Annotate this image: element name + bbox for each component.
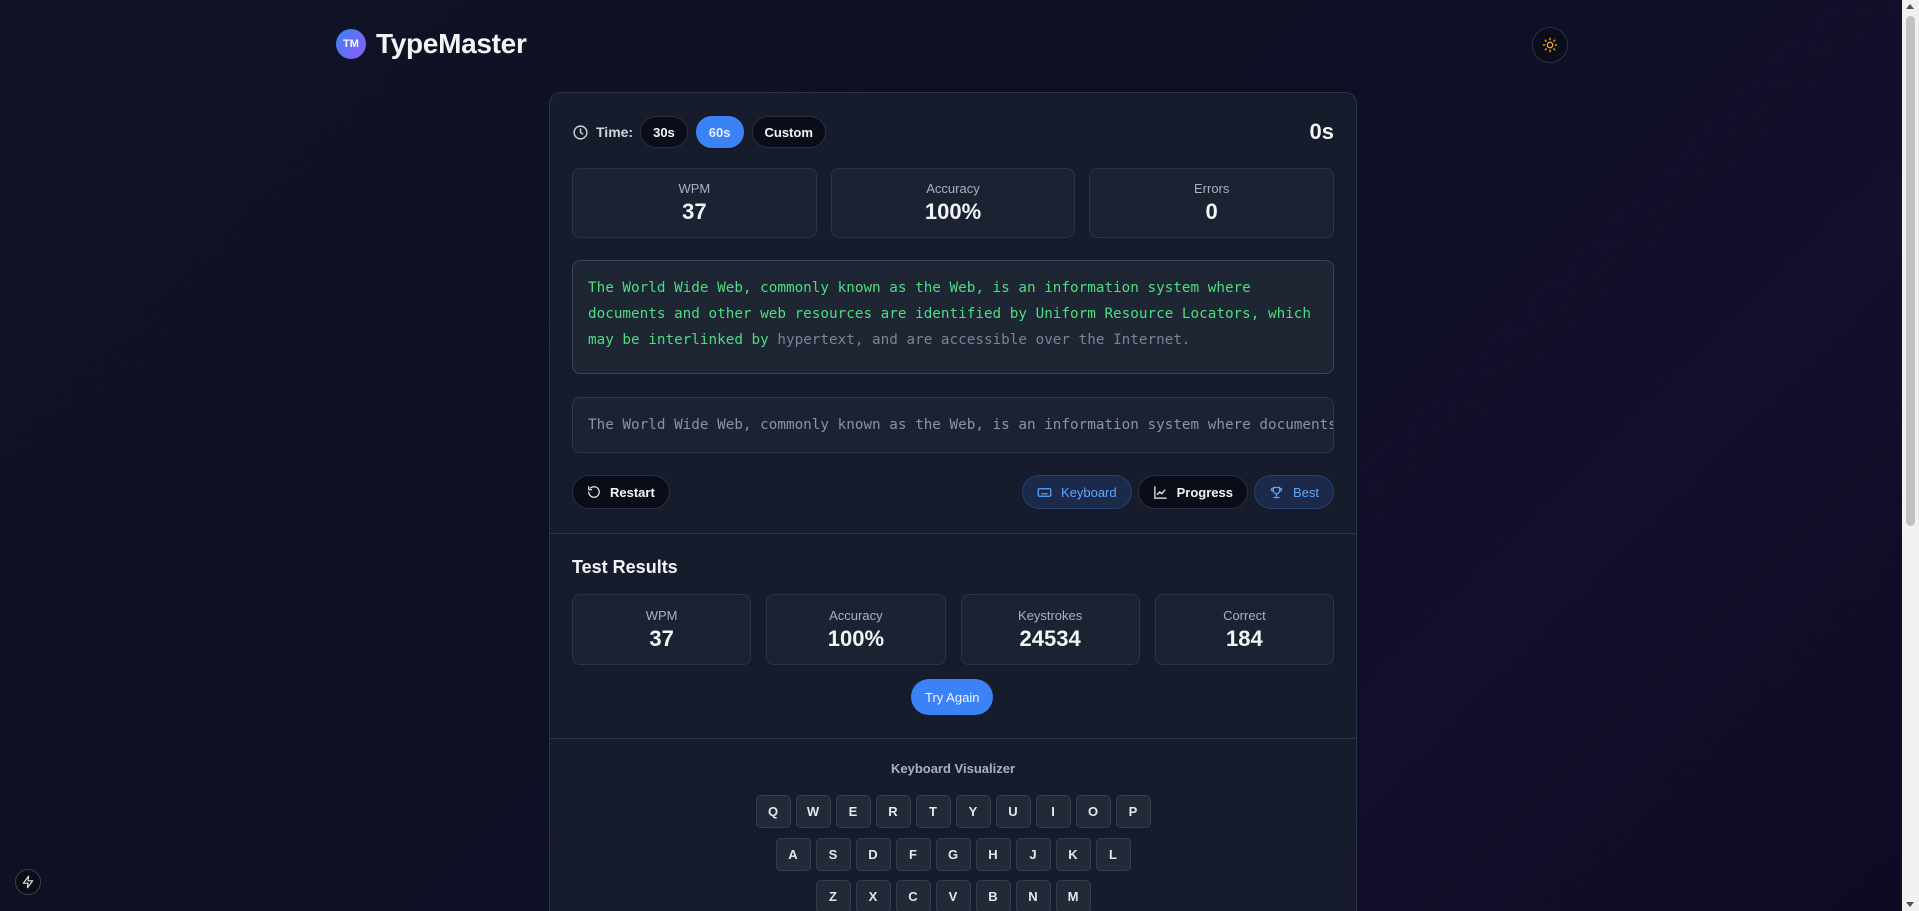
key-z: Z [815,880,851,911]
passage-text: The World Wide Web, commonly known as th… [572,260,1334,374]
sun-icon [1542,37,1558,53]
toggle-group: Keyboard Progress Best [1021,475,1334,509]
try-again-button[interactable]: Try Again [911,679,994,715]
keyboard-label: Keyboard [1060,484,1117,500]
result-wpm: WPM 37 [572,594,752,665]
chart-line-icon [1153,485,1167,499]
time-selector-bar: Time: 30s 60s Custom 0s [572,115,1334,149]
time-label: Time: [572,124,633,141]
result-keystrokes: Keystrokes 24534 [960,594,1140,665]
key-q: Q [755,795,791,828]
stat-errors: Errors 0 [1089,168,1335,238]
time-option-custom[interactable]: Custom [751,116,826,148]
result-label: Accuracy [829,607,883,623]
key-a: A [775,838,811,871]
keyboard-toggle-button[interactable]: Keyboard [1021,475,1132,509]
result-label: WPM [645,607,678,623]
passage-untyped: hypertext, and are accessible over the I… [768,332,1191,348]
scroll-down-arrow-icon[interactable] [1906,902,1914,907]
stat-accuracy: Accuracy 100% [830,168,1076,238]
key-i: I [1035,795,1071,828]
typing-input[interactable]: The World Wide Web, commonly known as th… [572,397,1334,453]
divider [550,533,1356,534]
quick-action-button[interactable] [15,869,41,895]
key-x: X [855,880,891,911]
key-p: P [1115,795,1151,828]
scroll-up-arrow-icon[interactable] [1906,4,1914,9]
stat-value: 100% [924,199,982,224]
result-label: Keystrokes [1017,607,1083,623]
restart-button[interactable]: Restart [572,475,670,509]
key-b: B [975,880,1011,911]
live-stats: WPM 37 Accuracy 100% Errors 0 [572,168,1335,238]
divider [550,738,1356,739]
stat-label: Errors [1193,181,1230,196]
progress-label: Progress [1176,484,1233,500]
progress-button[interactable]: Progress [1137,475,1248,509]
result-label: Correct [1223,607,1266,623]
stat-value: 0 [1205,199,1218,224]
key-w: W [795,795,831,828]
typing-test-card: Time: 30s 60s Custom 0s WPM 37 Accuracy … [549,92,1357,911]
key-r: R [875,795,911,828]
theme-toggle-button[interactable] [1532,27,1568,63]
scrollbar-thumb[interactable] [1906,16,1915,526]
result-value: 100% [827,625,885,651]
key-c: C [895,880,931,911]
result-value: 37 [649,625,674,651]
key-v: V [935,880,971,911]
results-title: Test Results [572,557,678,577]
restart-label: Restart [610,484,655,500]
key-f: F [895,838,931,871]
key-l: L [1095,838,1131,871]
restart-icon [588,486,600,498]
key-n: N [1015,880,1051,911]
stat-wpm: WPM 37 [572,168,817,238]
key-m: M [1055,880,1091,911]
time-option-30s[interactable]: 30s [640,116,688,148]
test-results: WPM 37 Accuracy 100% Keystrokes 24534 Co… [572,594,1334,665]
key-u: U [995,795,1031,828]
key-t: T [915,795,951,828]
key-e: E [835,795,871,828]
result-value: 24534 [1019,625,1081,651]
result-correct: Correct 184 [1154,594,1334,665]
keyboard-icon [1037,487,1052,497]
keyboard-row-2: A S D F G H J K L [550,838,1356,871]
stat-value: 37 [682,199,707,224]
keyboard-visualizer-title: Keyboard Visualizer [890,761,1016,776]
page-scrollbar[interactable] [1902,0,1919,911]
key-j: J [1015,838,1051,871]
key-g: G [935,838,971,871]
keyboard-row-3: Z X C V B N M [550,880,1356,911]
time-option-60s[interactable]: 60s [695,116,744,148]
key-s: S [815,838,851,871]
best-button[interactable]: Best [1253,475,1334,509]
stat-label: WPM [678,181,711,196]
timer-display: 0s [1309,119,1334,144]
clock-icon [573,124,588,140]
key-h: H [975,838,1011,871]
key-d: D [855,838,891,871]
best-label: Best [1292,484,1319,500]
keyboard-row-1: Q W E R T Y U I O P [550,795,1356,828]
stat-label: Accuracy [926,181,980,196]
app-title: TypeMaster [376,28,527,59]
action-bar: Restart Keyboard Progress Best [572,475,1334,509]
result-value: 184 [1226,625,1263,651]
key-o: O [1075,795,1111,828]
time-label-text: Time: [596,124,634,140]
header: TM TypeMaster [336,28,527,60]
key-y: Y [955,795,991,828]
trophy-icon [1270,486,1283,498]
result-accuracy: Accuracy 100% [766,594,946,665]
lightning-icon [22,875,34,889]
logo-icon: TM [336,29,366,59]
key-k: K [1055,838,1091,871]
